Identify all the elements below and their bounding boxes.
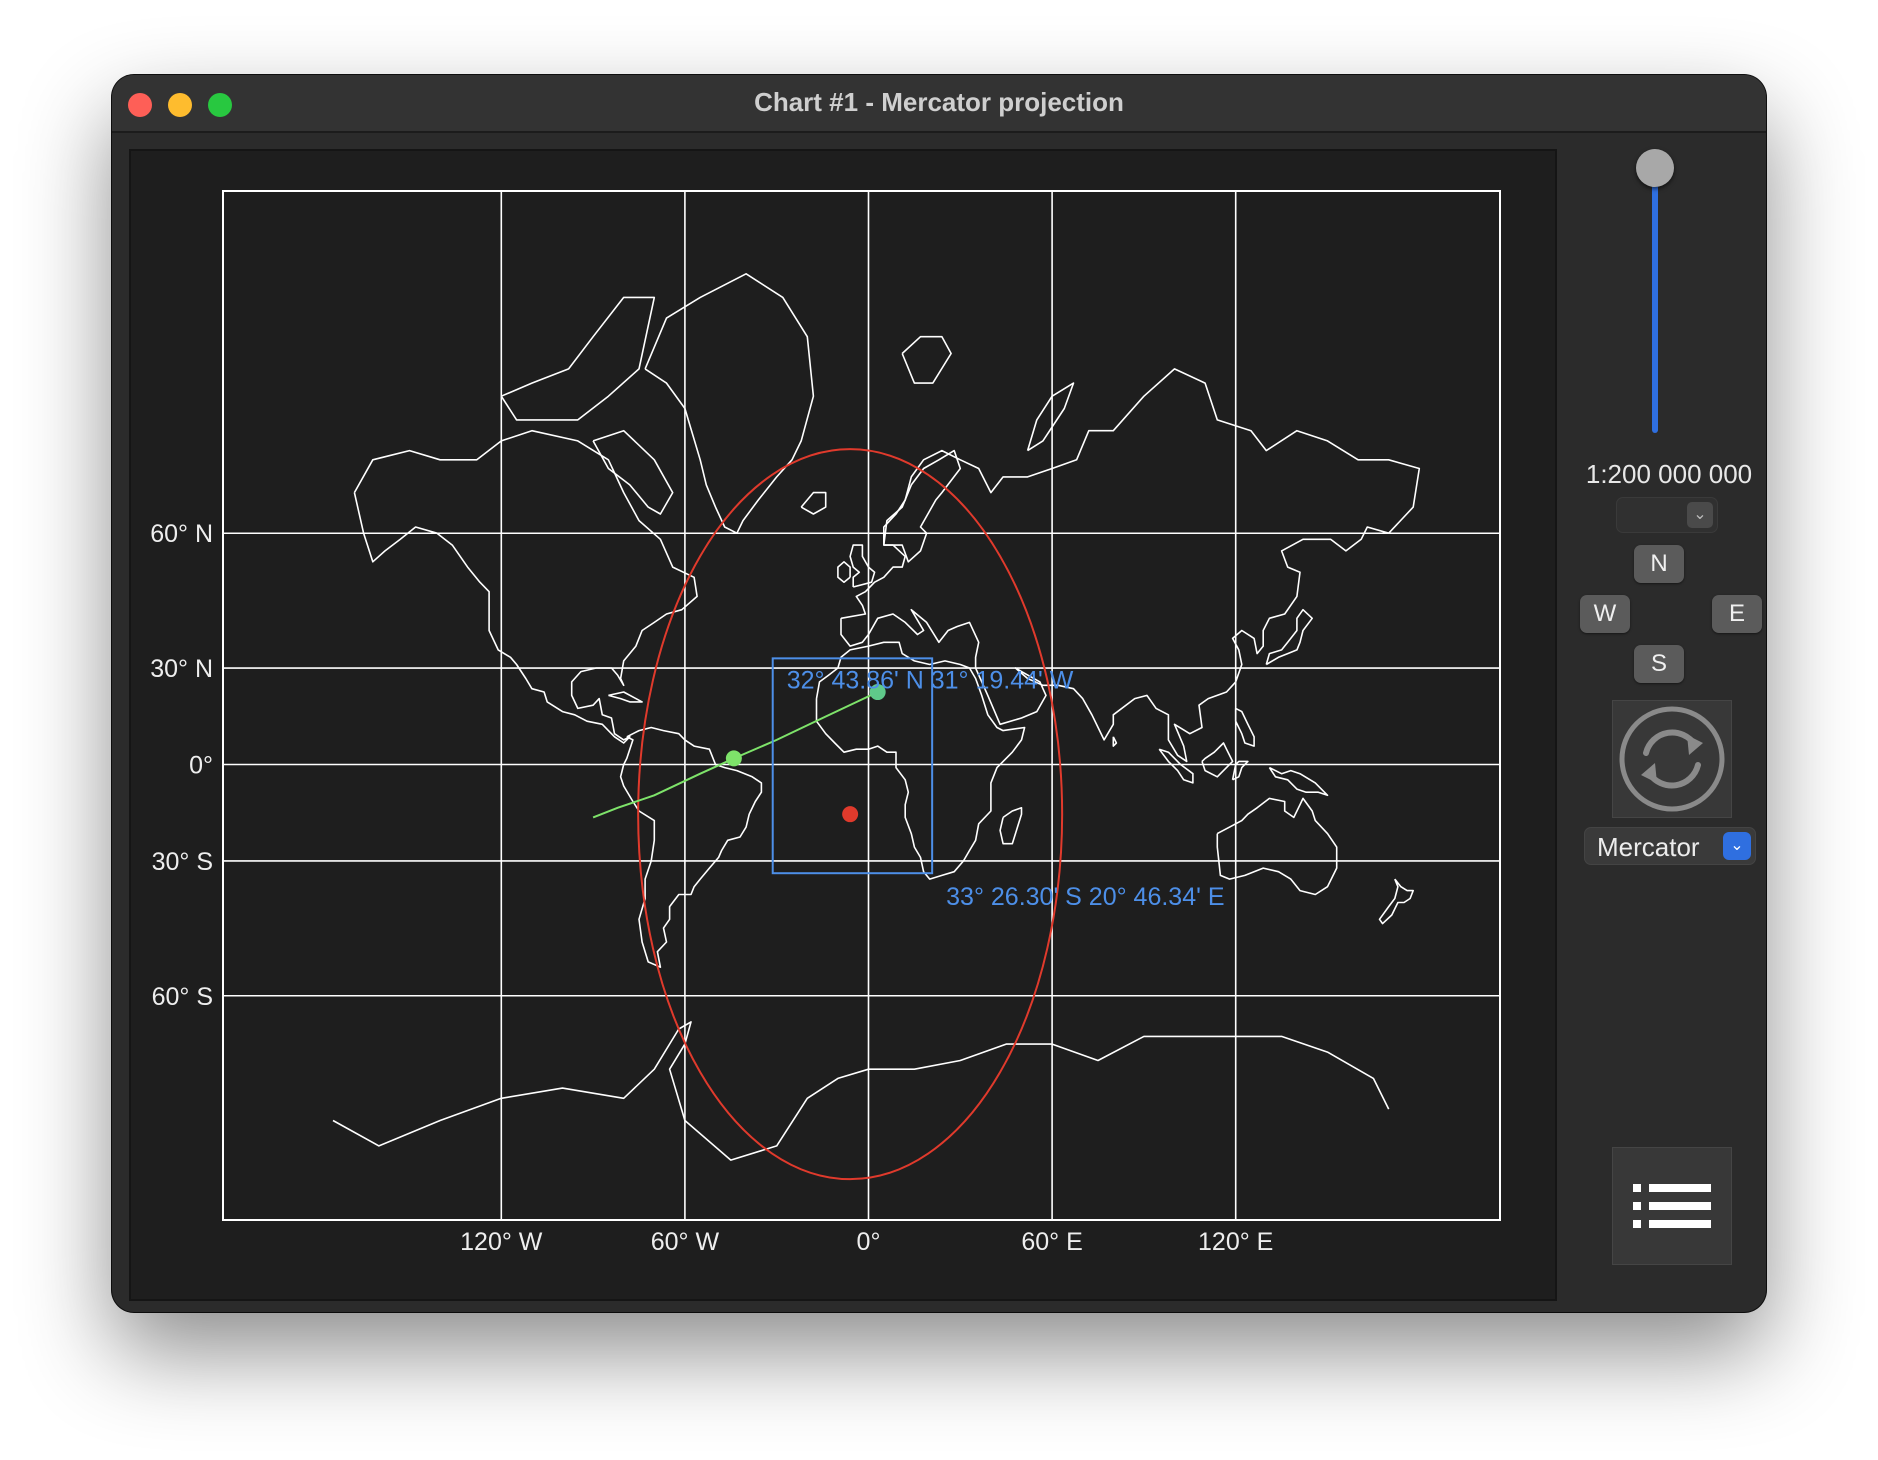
zoom-slider-track[interactable] [1652, 167, 1658, 433]
zoom-slider-knob[interactable] [1636, 149, 1674, 187]
refresh-button[interactable] [1612, 700, 1732, 818]
longitude-label: 0° [857, 1228, 881, 1256]
longitude-label: 120° E [1198, 1228, 1273, 1256]
pan-north-button[interactable]: N [1634, 545, 1684, 583]
chart-window: Chart #1 - Mercator projection 32° 43.86… [112, 75, 1766, 1312]
pan-east-button[interactable]: E [1712, 595, 1762, 633]
longitude-label: 60° E [1021, 1228, 1082, 1256]
scale-select[interactable]: ⌄ [1616, 497, 1718, 533]
latitude-label: 0° [189, 752, 213, 780]
track-point[interactable] [725, 750, 742, 767]
latitude-label: 30° S [152, 848, 213, 876]
list-button[interactable] [1612, 1147, 1732, 1265]
window-title: Chart #1 - Mercator projection [754, 87, 1124, 117]
chevron-down-icon: ⌄ [1723, 832, 1751, 860]
scale-label: 1:200 000 000 [1585, 459, 1753, 489]
chevron-down-icon: ⌄ [1687, 502, 1713, 528]
projection-select[interactable]: Mercator ⌄ [1584, 827, 1756, 865]
mercator-map[interactable]: 32° 43.86' N 31° 19.44' W 33° 26.30' S 20… [131, 151, 1555, 1299]
longitude-label: 120° W [460, 1228, 543, 1256]
latitude-label: 60° N [150, 520, 213, 548]
latitude-label: 30° N [150, 655, 213, 683]
side-panel: 1:200 000 000 ⌄ N W E S Mercator ⌄ [1572, 135, 1766, 1305]
selection-nw-label: 32° 43.86' N 31° 19.44' W [787, 666, 1074, 694]
list-icon [1633, 1184, 1711, 1228]
latitude-label: 60° S [152, 983, 213, 1011]
center-point[interactable] [842, 806, 859, 823]
longitude-label: 60° W [651, 1228, 720, 1256]
refresh-icon [1619, 706, 1725, 812]
title-bar: Chart #1 - Mercator projection [112, 75, 1766, 133]
selection-se-label: 33° 26.30' S 20° 46.34' E [946, 883, 1224, 911]
pan-south-button[interactable]: S [1634, 645, 1684, 683]
projection-select-value: Mercator [1597, 832, 1700, 862]
chart-view[interactable]: 32° 43.86' N 31° 19.44' W 33° 26.30' S 20… [129, 149, 1557, 1301]
pan-west-button[interactable]: W [1580, 595, 1630, 633]
